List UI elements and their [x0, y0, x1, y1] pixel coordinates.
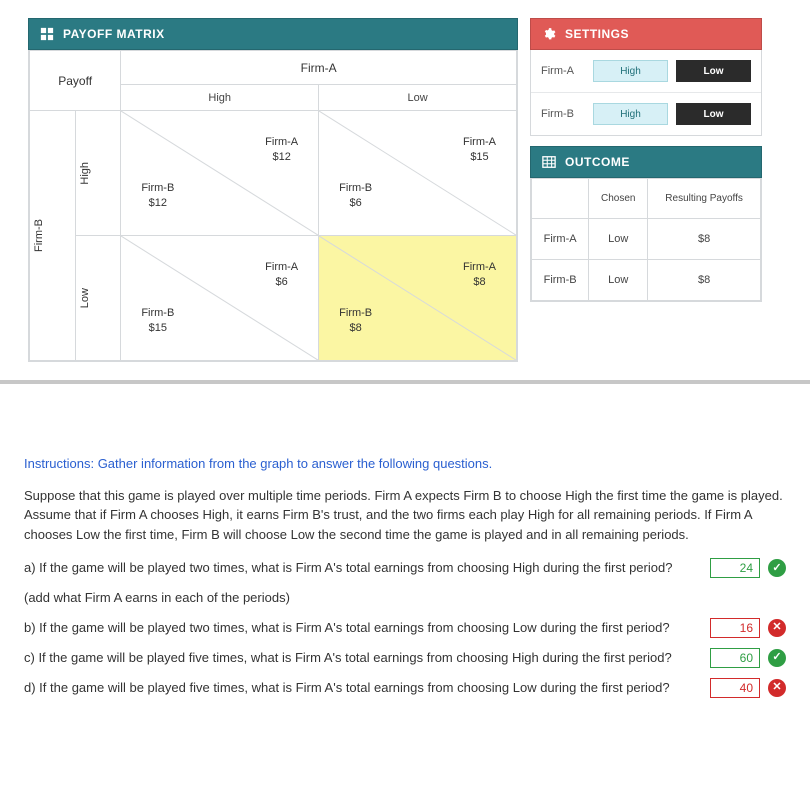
outcome-head-payoff: Resulting Payoffs — [648, 179, 761, 219]
outcome-table: Chosen Resulting Payoffs Firm-A Low $8 F… — [531, 178, 761, 301]
question-a-sub: (add what Firm A earns in each of the pe… — [24, 588, 786, 608]
answer-a-input[interactable] — [710, 558, 760, 578]
question-a-text: a) If the game will be played two times,… — [24, 558, 702, 578]
settings-row-firm-b: Firm-B High Low — [531, 93, 761, 135]
outcome-head-chosen: Chosen — [589, 179, 648, 219]
settings-label-b: Firm-B — [541, 108, 585, 120]
question-d-text: d) If the game will be played five times… — [24, 678, 702, 698]
firm-a-low: Low — [319, 85, 517, 111]
question-b: b) If the game will be played two times,… — [24, 618, 786, 638]
outcome-head-blank — [532, 179, 589, 219]
firm-a-high: High — [121, 85, 319, 111]
cell-high-high: Firm-A$12 Firm-B$12 — [121, 111, 319, 236]
answer-b-input[interactable] — [710, 618, 760, 638]
payoff-table: Payoff Firm-A High Low Firm-B High Firm-… — [29, 50, 517, 361]
question-b-text: b) If the game will be played two times,… — [24, 618, 702, 638]
gear-icon — [541, 26, 557, 42]
payoff-corner: Payoff — [30, 51, 121, 111]
table-icon — [541, 154, 557, 170]
grid-icon — [39, 26, 55, 42]
cell-low-high: Firm-A$6 Firm-B$15 — [121, 236, 319, 361]
firm-b-low-button[interactable]: Low — [676, 103, 751, 125]
question-c-text: c) If the game will be played five times… — [24, 648, 702, 668]
firm-b-low: Low — [75, 236, 121, 361]
instructions: Instructions: Gather information from th… — [24, 454, 786, 474]
firm-b-header: Firm-B — [30, 111, 76, 361]
cell-high-low: Firm-A$15 Firm-B$6 — [319, 111, 517, 236]
question-area: Instructions: Gather information from th… — [0, 384, 810, 738]
outcome-title: OUTCOME — [565, 155, 630, 169]
firm-a-header: Firm-A — [121, 51, 517, 85]
settings-header: SETTINGS — [530, 18, 762, 50]
firm-a-low-button[interactable]: Low — [676, 60, 751, 82]
firm-b-high: High — [75, 111, 121, 236]
answer-c-input[interactable] — [710, 648, 760, 668]
answer-d-input[interactable] — [710, 678, 760, 698]
context-paragraph: Suppose that this game is played over mu… — [24, 486, 786, 545]
settings-label-a: Firm-A — [541, 65, 585, 77]
question-a: a) If the game will be played two times,… — [24, 558, 786, 578]
cell-low-low: Firm-A$8 Firm-B$8 — [319, 236, 517, 361]
check-icon: ✓ — [768, 649, 786, 667]
outcome-row-a: Firm-A Low $8 — [532, 219, 761, 260]
check-icon: ✓ — [768, 559, 786, 577]
firm-a-high-button[interactable]: High — [593, 60, 668, 82]
payoff-title: PAYOFF MATRIX — [63, 27, 165, 41]
payoff-matrix-header: PAYOFF MATRIX — [28, 18, 518, 50]
question-c: c) If the game will be played five times… — [24, 648, 786, 668]
settings-title: SETTINGS — [565, 27, 629, 41]
question-d: d) If the game will be played five times… — [24, 678, 786, 698]
outcome-row-b: Firm-B Low $8 — [532, 260, 761, 301]
x-icon: ✕ — [768, 679, 786, 697]
firm-b-high-button[interactable]: High — [593, 103, 668, 125]
x-icon: ✕ — [768, 619, 786, 637]
outcome-header: OUTCOME — [530, 146, 762, 178]
settings-row-firm-a: Firm-A High Low — [531, 50, 761, 93]
